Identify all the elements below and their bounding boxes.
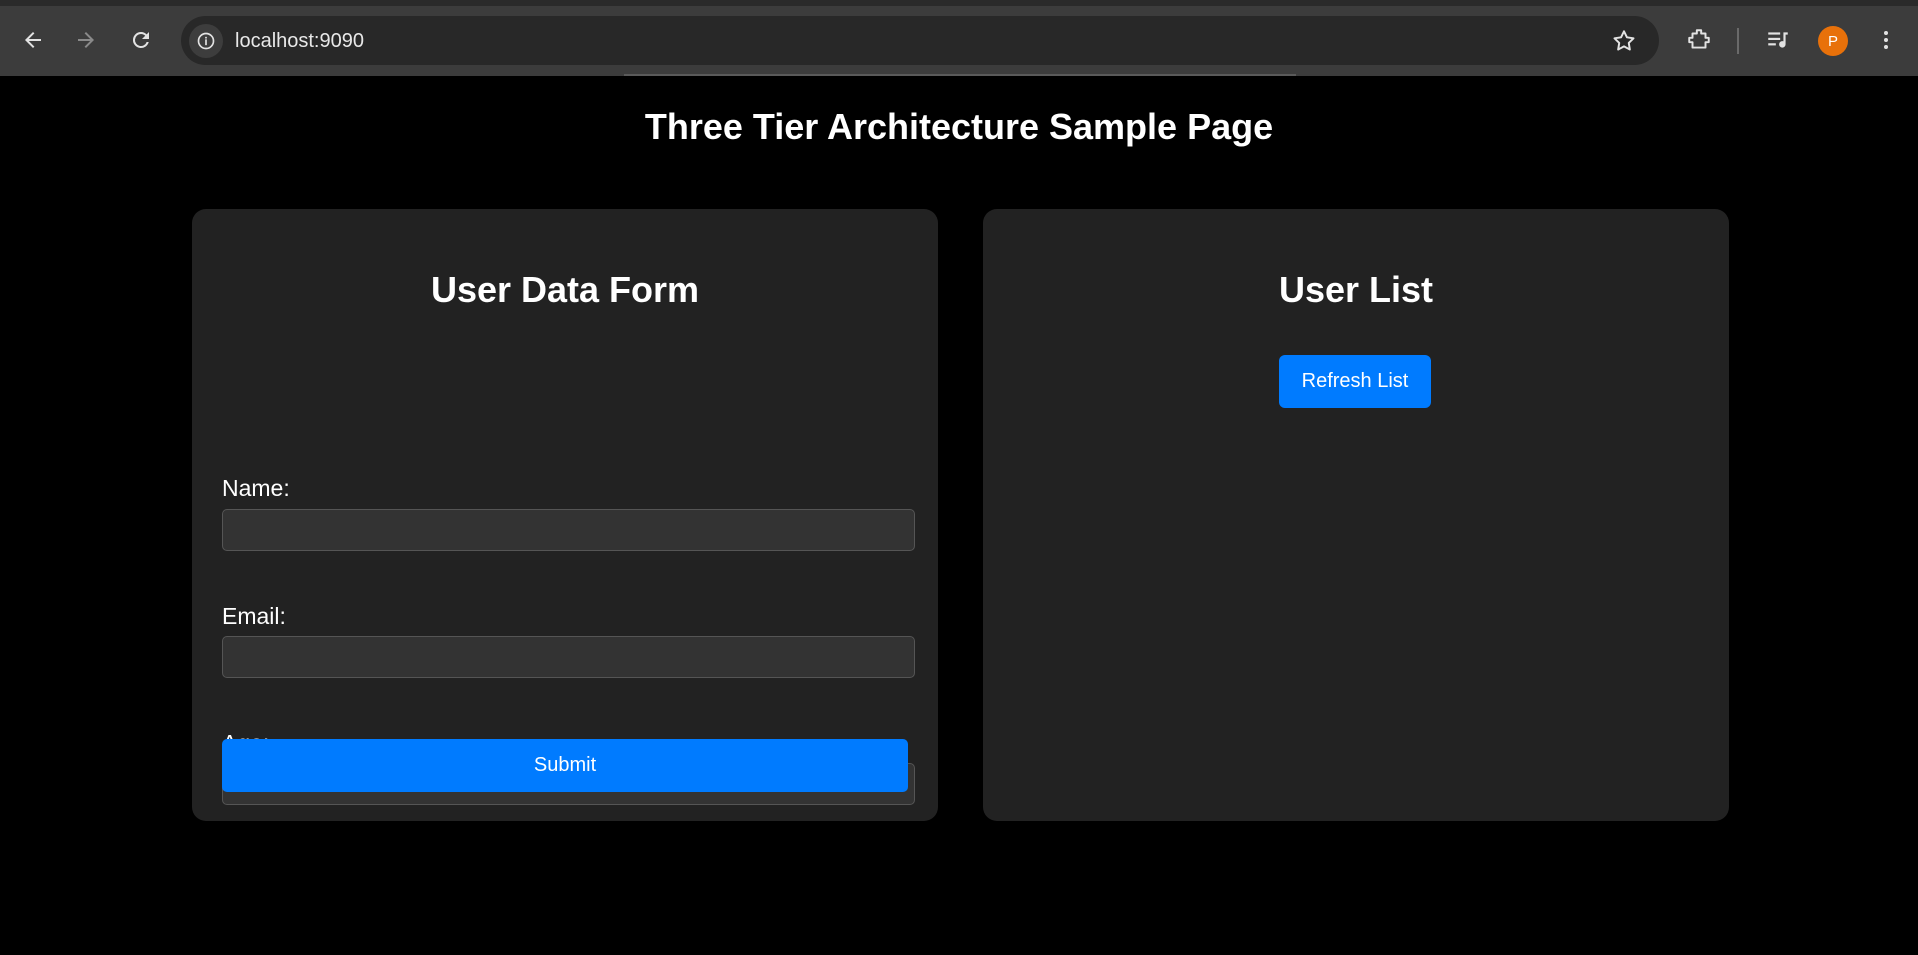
profile-avatar[interactable]: P	[1818, 26, 1848, 56]
page-content: Three Tier Architecture Sample Page User…	[0, 76, 1918, 955]
media-controls-button[interactable]	[1762, 24, 1794, 56]
refresh-list-button[interactable]: Refresh List	[1279, 355, 1431, 408]
forward-button[interactable]	[66, 20, 106, 60]
submit-button[interactable]: Submit	[222, 739, 908, 792]
address-bar[interactable]: localhost:9090	[181, 16, 1659, 65]
puzzle-icon	[1688, 29, 1710, 49]
url-text[interactable]: localhost:9090	[235, 30, 364, 53]
reload-icon	[132, 31, 149, 48]
browser-toolbar: localhost:9090 P	[0, 0, 1918, 76]
toolbar-divider	[1737, 28, 1739, 54]
email-input[interactable]	[222, 636, 915, 678]
reload-button[interactable]	[121, 20, 161, 60]
form-title: User Data Form	[430, 269, 700, 310]
name-input[interactable]	[222, 509, 915, 551]
user-list-title: User List	[1278, 269, 1434, 310]
name-label: Name:	[222, 475, 290, 501]
bookmark-star-icon[interactable]	[1611, 28, 1637, 54]
user-data-form-card: User Data Form Name: Email: Age: Submit	[192, 209, 938, 821]
user-list-card: User List Refresh List	[983, 209, 1729, 821]
tab-strip	[0, 0, 1918, 6]
playlist-music-icon	[1768, 32, 1788, 48]
arrow-right-icon	[78, 32, 94, 48]
info-icon	[197, 32, 215, 50]
back-button[interactable]	[13, 20, 53, 60]
more-vertical-icon	[1884, 31, 1888, 49]
page-title: Three Tier Architecture Sample Page	[644, 106, 1274, 147]
arrow-left-icon	[25, 32, 41, 48]
browser-menu-button[interactable]	[1870, 24, 1902, 56]
site-info-button[interactable]	[189, 24, 223, 58]
extensions-button[interactable]	[1683, 24, 1715, 56]
email-label: Email:	[222, 603, 286, 629]
